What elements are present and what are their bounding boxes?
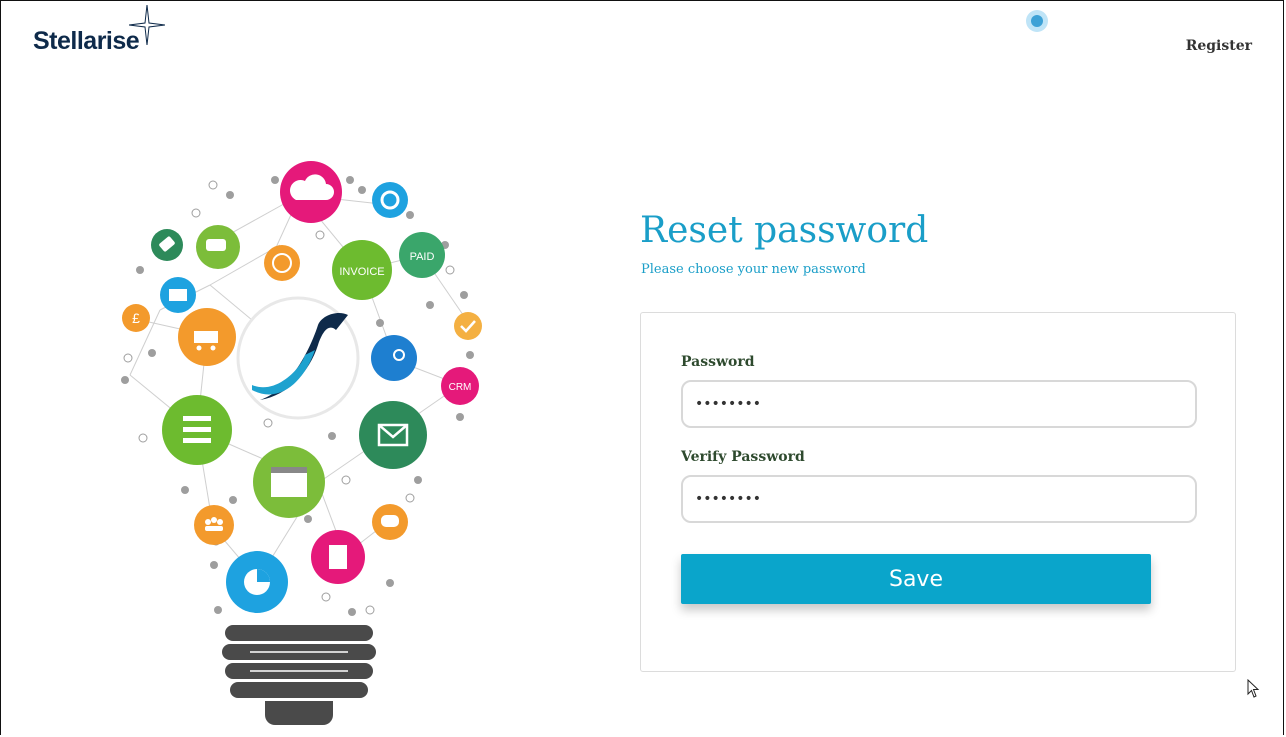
extension-icon[interactable]	[1026, 10, 1048, 32]
svg-text:CRM: CRM	[449, 382, 472, 393]
reset-form-card: Password Verify Password Save	[640, 312, 1236, 672]
verify-password-field[interactable]	[681, 475, 1197, 523]
pound-icon: £	[122, 304, 150, 332]
password-label: Password	[681, 354, 755, 370]
invoice-icon: INVOICE	[332, 240, 392, 300]
calendar-icon	[253, 446, 325, 518]
refresh-icon	[372, 182, 408, 218]
page-subtitle: Please choose your new password	[641, 262, 866, 277]
lightbulb-illustration: INVOICE PAID £ CRM	[121, 161, 482, 725]
svg-text:INVOICE: INVOICE	[339, 266, 384, 278]
check-icon	[454, 312, 482, 340]
extension-icon-inner	[1031, 15, 1043, 27]
page-title: Reset password	[640, 210, 929, 251]
pie-chart-icon	[226, 551, 288, 613]
stellarise-logo[interactable]: Stellarise	[33, 5, 165, 56]
cart-icon	[178, 308, 236, 366]
comment-icon	[372, 504, 408, 540]
password-field[interactable]	[681, 380, 1197, 428]
clock-icon	[264, 245, 300, 281]
list-icon	[162, 395, 232, 465]
gears-icon	[371, 335, 417, 381]
mouse-cursor-icon	[1247, 679, 1260, 698]
envelope-icon	[359, 401, 427, 469]
mail-icon	[160, 277, 196, 313]
logo-text: Stellarise	[33, 27, 140, 55]
svg-text:PAID: PAID	[410, 251, 435, 263]
cloud-icon	[280, 161, 342, 223]
verify-password-label: Verify Password	[681, 449, 805, 465]
crm-icon: CRM	[441, 367, 479, 405]
paid-icon: PAID	[399, 232, 445, 278]
star-icon	[129, 5, 165, 45]
save-button[interactable]: Save	[681, 554, 1151, 604]
document-icon	[311, 530, 365, 584]
bulb-base	[222, 625, 376, 725]
people-icon	[194, 505, 234, 545]
chat-icon	[196, 225, 240, 269]
tag-icon	[151, 229, 183, 261]
register-link[interactable]: Register	[1186, 38, 1252, 54]
svg-text:£: £	[132, 310, 140, 326]
